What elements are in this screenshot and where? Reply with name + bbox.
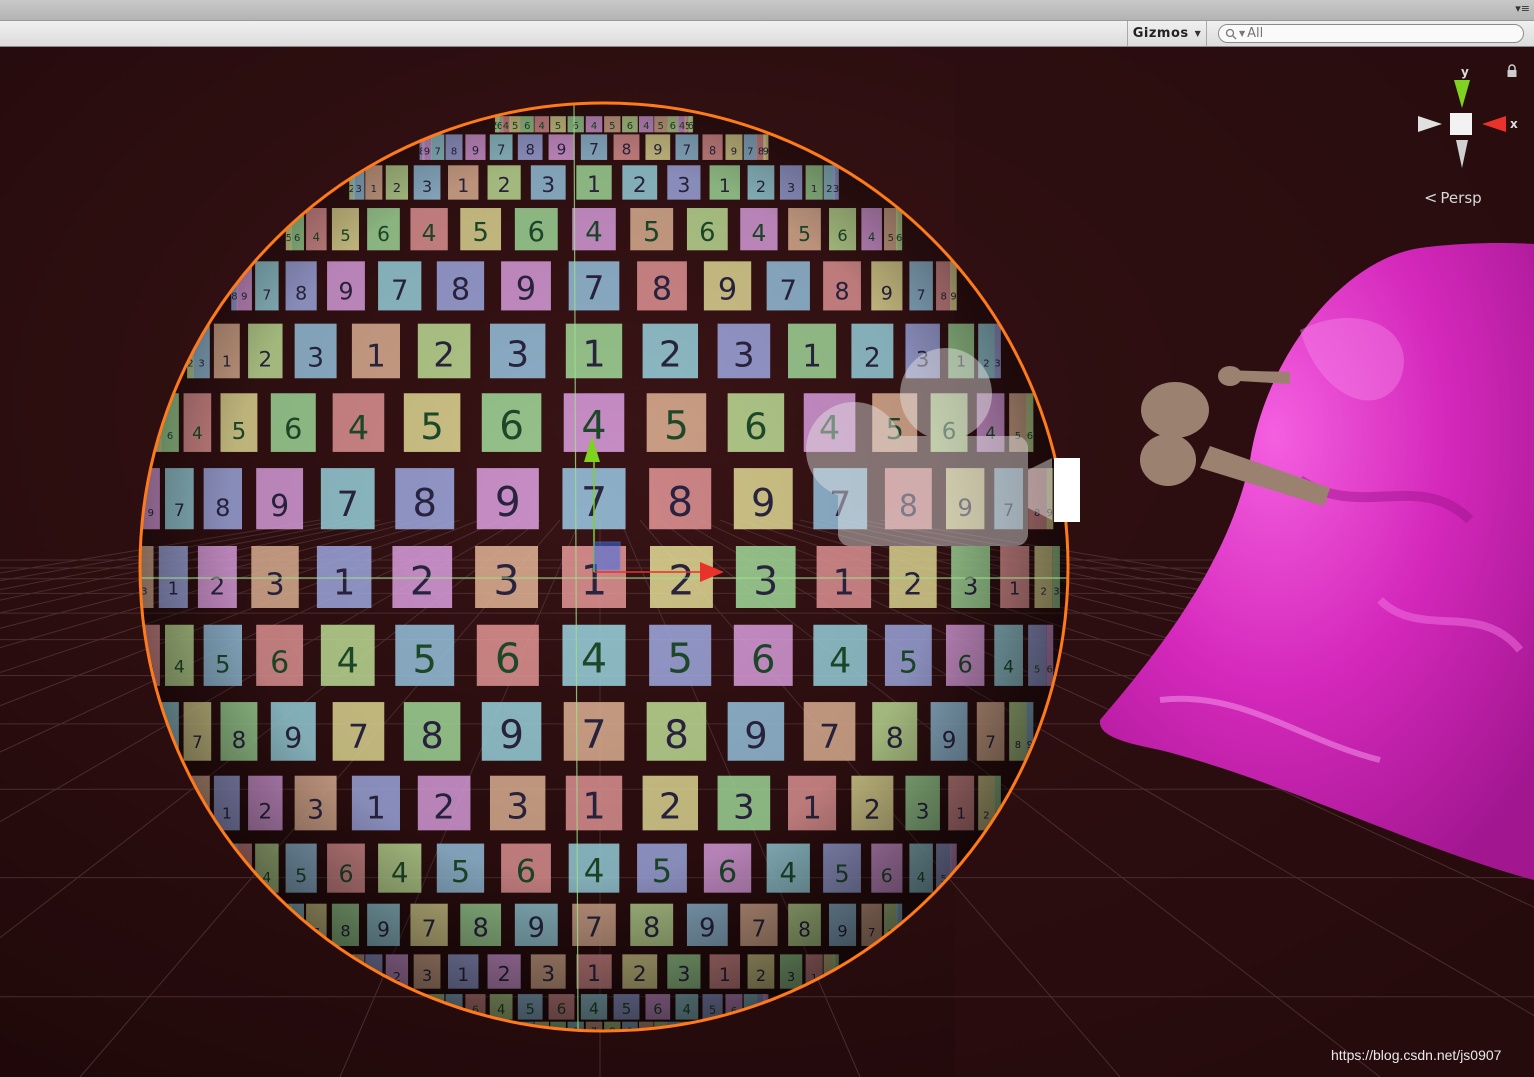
x-axis-label: x	[1510, 117, 1518, 131]
search-input[interactable]	[1247, 26, 1508, 41]
scene-toolbar: Gizmos ▼ ▼	[0, 21, 1534, 47]
center-cube[interactable]	[1450, 113, 1472, 135]
projection-label: Persp	[1440, 188, 1482, 207]
projection-toggle[interactable]: < Persp	[1424, 188, 1482, 207]
x-axis-cone[interactable]	[1482, 116, 1506, 132]
search-filter-caret-icon: ▼	[1239, 29, 1246, 38]
chevron-down-icon: ▼	[1194, 29, 1202, 38]
search-icon	[1225, 28, 1237, 39]
neg-x-axis-cone[interactable]	[1418, 116, 1442, 132]
chevron-left-icon: <	[1424, 188, 1438, 207]
xy-plane-handle[interactable]	[593, 541, 621, 571]
neg-y-axis-cone[interactable]	[1456, 140, 1468, 168]
gizmos-dropdown[interactable]: Gizmos ▼	[1127, 21, 1207, 46]
scene-viewport[interactable]: 5645645645645645689789789789789789231231…	[0, 47, 1534, 1077]
y-axis-cone[interactable]	[1454, 80, 1470, 108]
tab-menu-icon[interactable]: ▾≡	[1515, 2, 1530, 15]
hierarchy-search[interactable]: ▼	[1218, 24, 1524, 43]
camera-frustum-marker	[1054, 458, 1080, 522]
y-axis-label: y	[1461, 65, 1469, 79]
gizmos-label: Gizmos	[1132, 26, 1189, 41]
lock-icon[interactable]	[1506, 64, 1518, 78]
watermark-text: https://blog.csdn.net/js0907	[1331, 1047, 1502, 1063]
window-title-bar: ▾≡	[0, 0, 1534, 21]
